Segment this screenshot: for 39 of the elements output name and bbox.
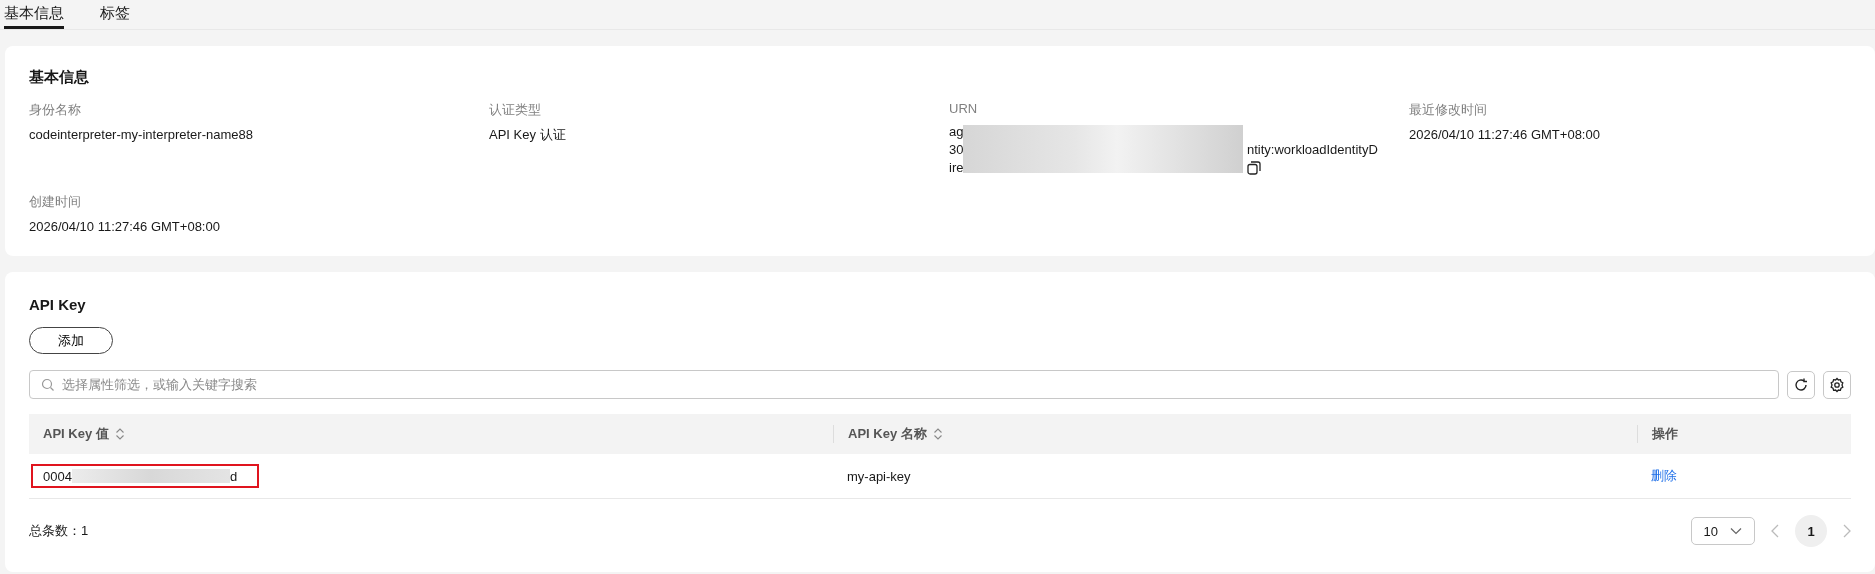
total-count: 总条数：1 [29,522,89,540]
field-value: 2026/04/10 11:27:46 GMT+08:00 [1409,126,1601,144]
field-value: 2026/04/10 11:27:46 GMT+08:00 [29,218,221,236]
page-number[interactable]: 1 [1795,515,1827,547]
copy-icon[interactable] [1247,161,1261,175]
field-label: 认证类型 [489,101,542,119]
refresh-icon [1793,376,1809,393]
section-title: 基本信息 [29,68,90,87]
table-cell: 0004 [43,468,72,484]
field-value: ntity:workloadIdentityD [1247,141,1378,159]
tab[interactable]: 基本信息 [4,0,64,29]
settings-button[interactable] [1823,370,1851,399]
section-title: API Key [29,296,87,313]
settings-icon [1829,376,1845,393]
field-label: 身份名称 [29,101,82,119]
delete-link[interactable]: 删除 [1651,468,1677,483]
table-cell: d [229,468,238,484]
column-header: API Key 名称 [833,425,1637,443]
tab[interactable]: 标签 [100,0,130,29]
chevron-down-icon [1730,527,1742,535]
previous-page-icon[interactable] [1771,524,1779,538]
field-value: 30 [949,141,965,159]
field-label: 创建时间 [29,193,82,211]
field-value: ag [949,123,965,141]
field-value: API Key 认证 [489,126,567,144]
field-value: ire [949,159,965,177]
sort-icon[interactable] [114,427,125,441]
page-size-select[interactable]: 10 [1690,517,1755,545]
refresh-button[interactable] [1787,370,1815,399]
column-header: 操作 [1637,425,1851,443]
field-label: 最近修改时间 [1409,101,1488,119]
sort-icon[interactable] [932,427,943,441]
next-page-icon[interactable] [1843,524,1851,538]
search-field[interactable]: 选择属性筛选，或输入关键字搜索 [29,370,1779,399]
add-button[interactable]: 添加 [29,327,113,354]
field-value: codeinterpreter-my-interpreter-name88 [29,126,254,144]
table-cell: my-api-key [847,468,911,484]
column-header: API Key 值 [29,425,833,443]
field-label: URN [949,101,979,116]
